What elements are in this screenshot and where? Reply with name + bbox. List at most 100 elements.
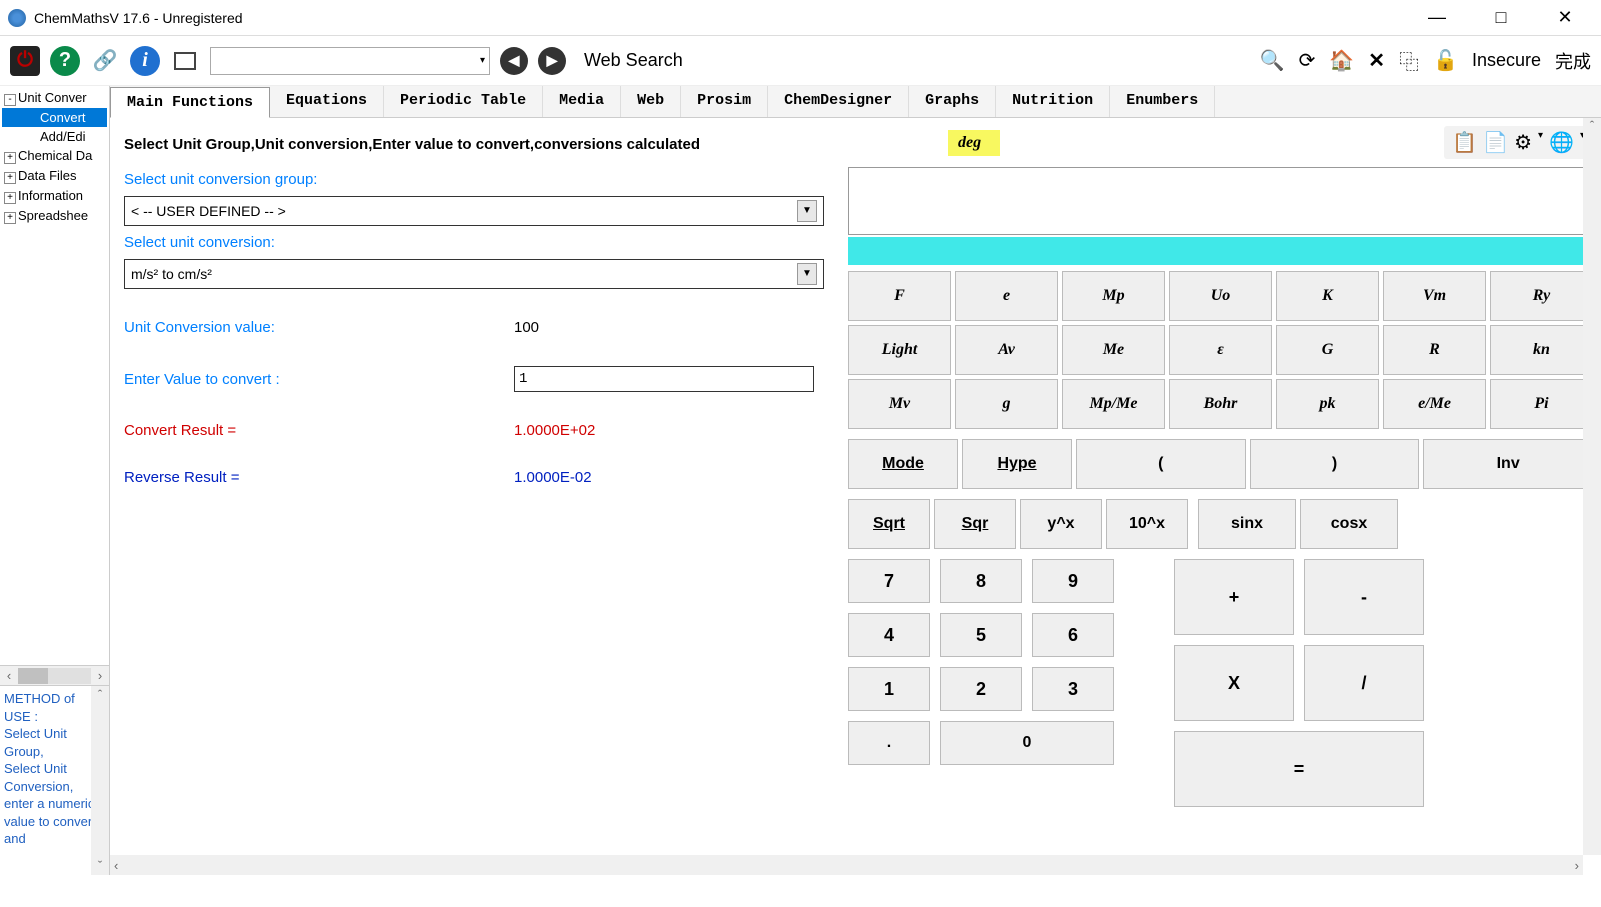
const-mv-button[interactable]: Mv xyxy=(848,379,951,429)
divide-button[interactable]: / xyxy=(1304,645,1424,721)
const-g-button[interactable]: g xyxy=(955,379,1058,429)
sqr-button[interactable]: Sqr xyxy=(934,499,1016,549)
enter-value-label: Enter Value to convert : xyxy=(124,371,514,388)
tab-media[interactable]: Media xyxy=(543,86,621,117)
multiply-button[interactable]: X xyxy=(1174,645,1294,721)
tab-nutrition[interactable]: Nutrition xyxy=(996,86,1110,117)
nav-back-button[interactable]: ◀ xyxy=(500,47,528,75)
globe-icon[interactable]: 🌐 xyxy=(1549,130,1574,155)
sqrt-button[interactable]: Sqrt xyxy=(848,499,930,549)
tree-item[interactable]: Add/Edi xyxy=(2,127,107,146)
scroll-right-icon[interactable]: › xyxy=(91,668,109,683)
tab-enumbers[interactable]: Enumbers xyxy=(1110,86,1215,117)
maximize-button[interactable]: □ xyxy=(1481,3,1521,33)
const-vm-button[interactable]: Vm xyxy=(1383,271,1486,321)
paren-close-button[interactable]: ) xyxy=(1250,439,1420,489)
const-av-button[interactable]: Av xyxy=(955,325,1058,375)
const-e-button[interactable]: e xyxy=(955,271,1058,321)
chevron-down-icon[interactable]: ▼ xyxy=(797,263,817,285)
plus-button[interactable]: + xyxy=(1174,559,1294,635)
content-v-scrollbar[interactable]: ˆ xyxy=(1583,118,1601,855)
tree-item[interactable]: +Information xyxy=(2,186,107,206)
tab-chemdesigner[interactable]: ChemDesigner xyxy=(768,86,909,117)
digit-6-button[interactable]: 6 xyxy=(1032,613,1114,657)
tree-item[interactable]: +Spreadshee xyxy=(2,206,107,226)
tree-item[interactable]: -Unit Conver xyxy=(2,88,107,108)
enter-value-input[interactable] xyxy=(514,366,814,392)
address-dropdown[interactable]: ▾ xyxy=(210,47,490,75)
equals-button[interactable]: = xyxy=(1174,731,1424,807)
power-icon[interactable]: ⏻ xyxy=(10,46,40,76)
reverse-label: Reverse Result = xyxy=(124,469,514,486)
mode-button[interactable]: Mode xyxy=(848,439,958,489)
tree-item[interactable]: Convert xyxy=(2,108,107,127)
info-icon[interactable]: i xyxy=(130,46,160,76)
const-mp-button[interactable]: Mp xyxy=(1062,271,1165,321)
gear-icon[interactable]: ⚙ xyxy=(1514,130,1532,155)
const--button[interactable]: ε xyxy=(1169,325,1272,375)
const-f-button[interactable]: F xyxy=(848,271,951,321)
chevron-down-icon[interactable]: ▼ xyxy=(797,200,817,222)
search-icon[interactable]: 🔍 xyxy=(1260,48,1285,73)
nav-forward-button[interactable]: ▶ xyxy=(538,47,566,75)
const-me-button[interactable]: Me xyxy=(1062,325,1165,375)
tenpowx-button[interactable]: 10^x xyxy=(1106,499,1188,549)
const-eme-button[interactable]: e/Me xyxy=(1383,379,1486,429)
close-button[interactable]: ✕ xyxy=(1545,3,1585,33)
monitor-icon[interactable] xyxy=(170,46,200,76)
const-mpme-button[interactable]: Mp/Me xyxy=(1062,379,1165,429)
const-pi-button[interactable]: Pi xyxy=(1490,379,1593,429)
paste-icon[interactable]: 📄 xyxy=(1483,130,1508,155)
link-icon[interactable]: 🔗 xyxy=(90,46,120,76)
const-r-button[interactable]: R xyxy=(1383,325,1486,375)
digit-1-button[interactable]: 1 xyxy=(848,667,930,711)
hype-button[interactable]: Hype xyxy=(962,439,1072,489)
digit-2-button[interactable]: 2 xyxy=(940,667,1022,711)
const-bohr-button[interactable]: Bohr xyxy=(1169,379,1272,429)
sinx-button[interactable]: sinx xyxy=(1198,499,1296,549)
const-kn-button[interactable]: kn xyxy=(1490,325,1593,375)
copy-icon[interactable]: ⿻ xyxy=(1399,46,1419,75)
refresh-icon[interactable]: ⟳ xyxy=(1299,48,1316,73)
const-pk-button[interactable]: pk xyxy=(1276,379,1379,429)
tab-prosim[interactable]: Prosim xyxy=(681,86,768,117)
paren-open-button[interactable]: ( xyxy=(1076,439,1246,489)
tree-item[interactable]: +Chemical Da xyxy=(2,146,107,166)
content-h-scrollbar[interactable]: ‹› xyxy=(110,855,1583,875)
tab-periodic-table[interactable]: Periodic Table xyxy=(384,86,543,117)
help-v-scrollbar[interactable]: ˆˇ xyxy=(91,686,109,875)
scroll-left-icon[interactable]: ‹ xyxy=(0,668,18,683)
help-icon[interactable]: ? xyxy=(50,46,80,76)
const-light-button[interactable]: Light xyxy=(848,325,951,375)
const-uo-button[interactable]: Uo xyxy=(1169,271,1272,321)
minus-button[interactable]: - xyxy=(1304,559,1424,635)
digit-5-button[interactable]: 5 xyxy=(940,613,1022,657)
copy-icon[interactable]: 📋 xyxy=(1452,130,1477,155)
home-icon[interactable]: 🏠 xyxy=(1329,48,1354,73)
digit-9-button[interactable]: 9 xyxy=(1032,559,1114,603)
cosx-button[interactable]: cosx xyxy=(1300,499,1398,549)
ypowx-button[interactable]: y^x xyxy=(1020,499,1102,549)
tree-h-scrollbar[interactable]: ‹ › xyxy=(0,665,109,685)
digit-3-button[interactable]: 3 xyxy=(1032,667,1114,711)
minimize-button[interactable]: — xyxy=(1417,3,1457,33)
stop-icon[interactable]: ✕ xyxy=(1368,48,1385,73)
done-label[interactable]: 完成 xyxy=(1555,48,1591,74)
tree-item[interactable]: +Data Files xyxy=(2,166,107,186)
const-k-button[interactable]: K xyxy=(1276,271,1379,321)
tab-web[interactable]: Web xyxy=(621,86,681,117)
tab-main-functions[interactable]: Main Functions xyxy=(110,87,270,118)
tab-graphs[interactable]: Graphs xyxy=(909,86,996,117)
tab-equations[interactable]: Equations xyxy=(270,86,384,117)
digit-7-button[interactable]: 7 xyxy=(848,559,930,603)
dot-button[interactable]: . xyxy=(848,721,930,765)
digit-8-button[interactable]: 8 xyxy=(940,559,1022,603)
const-g-button[interactable]: G xyxy=(1276,325,1379,375)
digit-4-button[interactable]: 4 xyxy=(848,613,930,657)
zero-button[interactable]: 0 xyxy=(940,721,1114,765)
inv-button[interactable]: Inv xyxy=(1423,439,1593,489)
const-ry-button[interactable]: Ry xyxy=(1490,271,1593,321)
group-select[interactable]: < -- USER DEFINED -- > ▼ xyxy=(124,196,824,226)
calc-display[interactable] xyxy=(848,167,1593,235)
conversion-select[interactable]: m/s² to cm/s² ▼ xyxy=(124,259,824,289)
